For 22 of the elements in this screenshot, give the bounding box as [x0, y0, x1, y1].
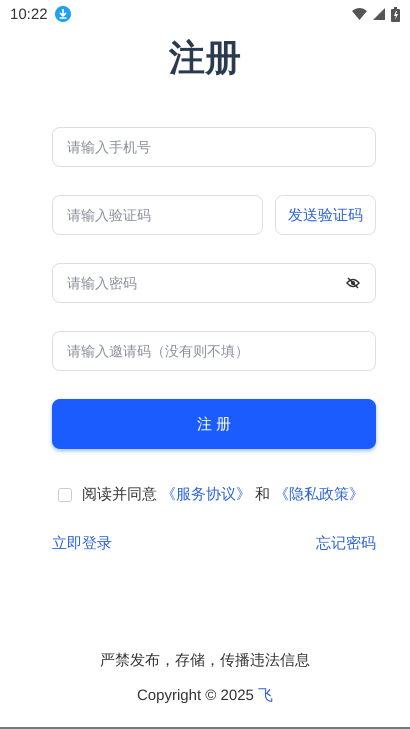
login-link[interactable]: 立即登录 [52, 534, 112, 553]
code-field[interactable]: 请输入验证码 [52, 195, 263, 235]
policy-link[interactable]: 《隐私政策》 [274, 485, 364, 504]
password-field[interactable]: 请输入密码 [52, 263, 376, 303]
download-icon [54, 5, 72, 23]
input-field[interactable]: 请输入邀请码（没有则不填） [52, 331, 376, 371]
policy-link[interactable]: 《服务协议》 [161, 485, 251, 504]
wifi-icon [352, 8, 367, 20]
agreement-text: 和 [255, 485, 270, 504]
copyright-text: Copyright © 2025 飞 [136, 686, 274, 705]
eye-slash-icon[interactable] [346, 277, 360, 289]
status-time: 10:22 [10, 6, 48, 22]
send-code-button[interactable]: 发送验证码 [275, 195, 376, 235]
signal-icon [373, 8, 385, 20]
battery-icon [391, 6, 400, 22]
register-button[interactable]: 注 册 [52, 399, 376, 449]
page-title: 注册 [168, 37, 242, 81]
agreement-text: 阅读并同意 [82, 485, 157, 504]
input-field[interactable]: 请输入手机号 [52, 127, 376, 167]
forgot-password-link[interactable]: 忘记密码 [316, 534, 376, 553]
agree-checkbox[interactable] [58, 488, 72, 502]
notice-text: 严禁发布，存储，传播违法信息 [100, 651, 310, 670]
